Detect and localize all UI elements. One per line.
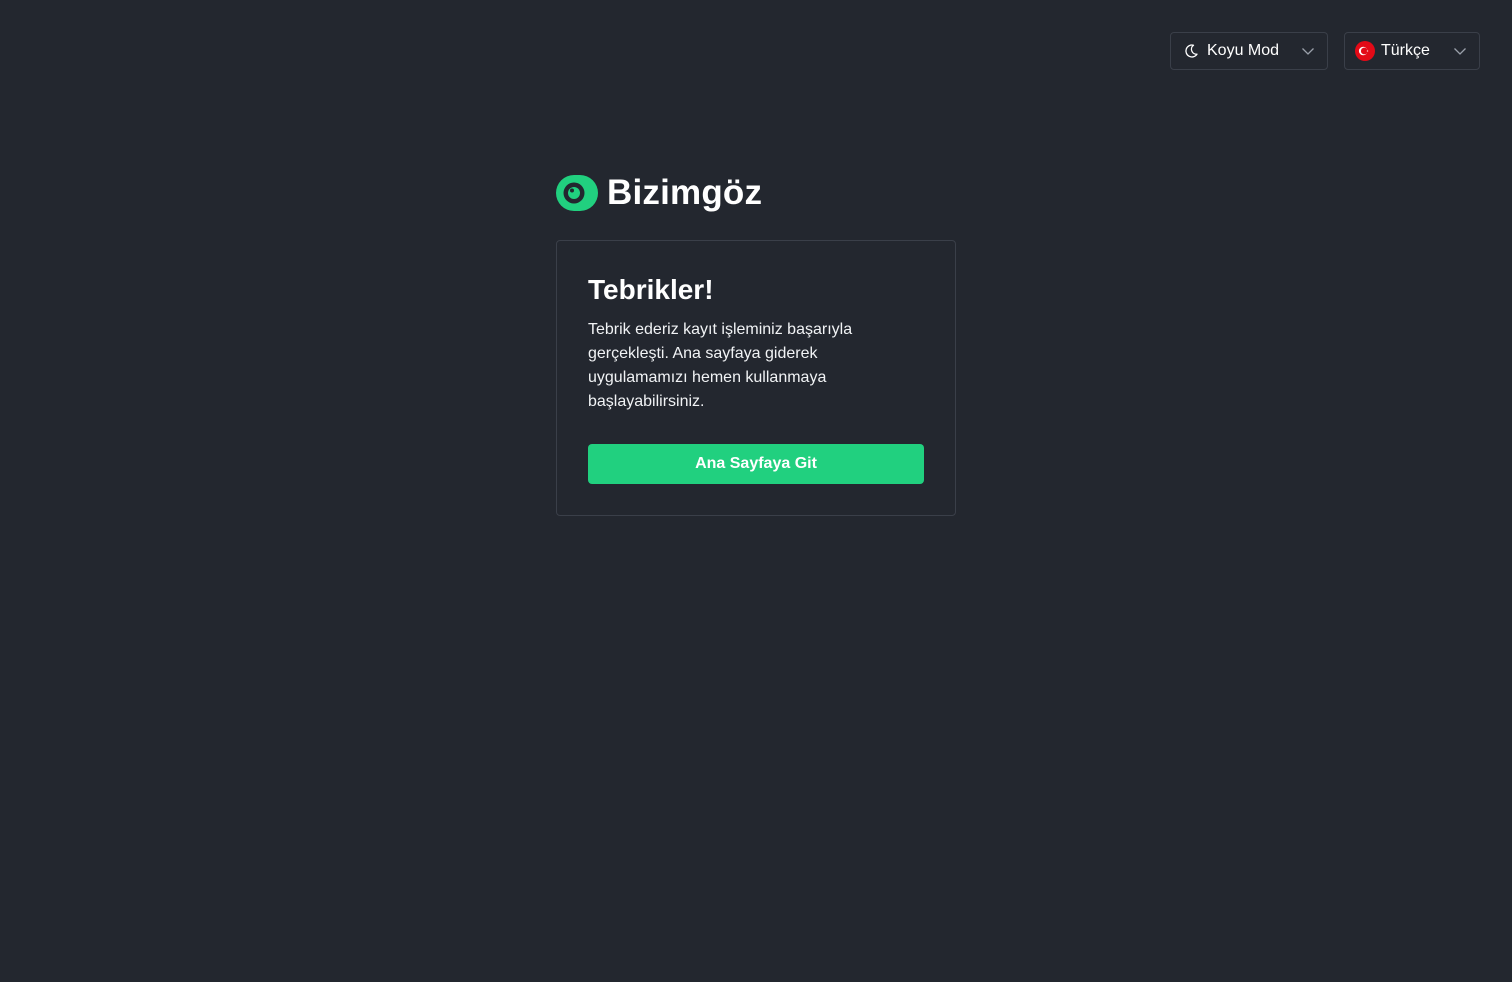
chevron-down-icon [1453, 44, 1467, 58]
moon-icon [1183, 43, 1199, 59]
brand-logo: Bizimgöz [556, 170, 762, 216]
theme-select[interactable]: Koyu Mod [1170, 32, 1328, 70]
language-select-label: Türkçe [1381, 42, 1430, 59]
chevron-down-icon [1301, 44, 1315, 58]
theme-select-label: Koyu Mod [1207, 42, 1280, 59]
top-controls: Koyu Mod Türkçe [1170, 32, 1480, 70]
eye-logo-icon [556, 175, 598, 211]
card-message: Tebrik ederiz kayıt işleminiz başarıyla … [588, 321, 853, 410]
brand-name: Bizimgöz [607, 173, 763, 212]
turkey-flag-icon [1355, 41, 1375, 61]
go-home-button[interactable]: Ana Sayfaya Git [588, 444, 924, 484]
card-title: Tebrikler! [588, 274, 714, 305]
language-select[interactable]: Türkçe [1344, 32, 1480, 70]
success-card: Tebrikler! Tebrik ederiz kayıt işleminiz… [556, 240, 956, 516]
